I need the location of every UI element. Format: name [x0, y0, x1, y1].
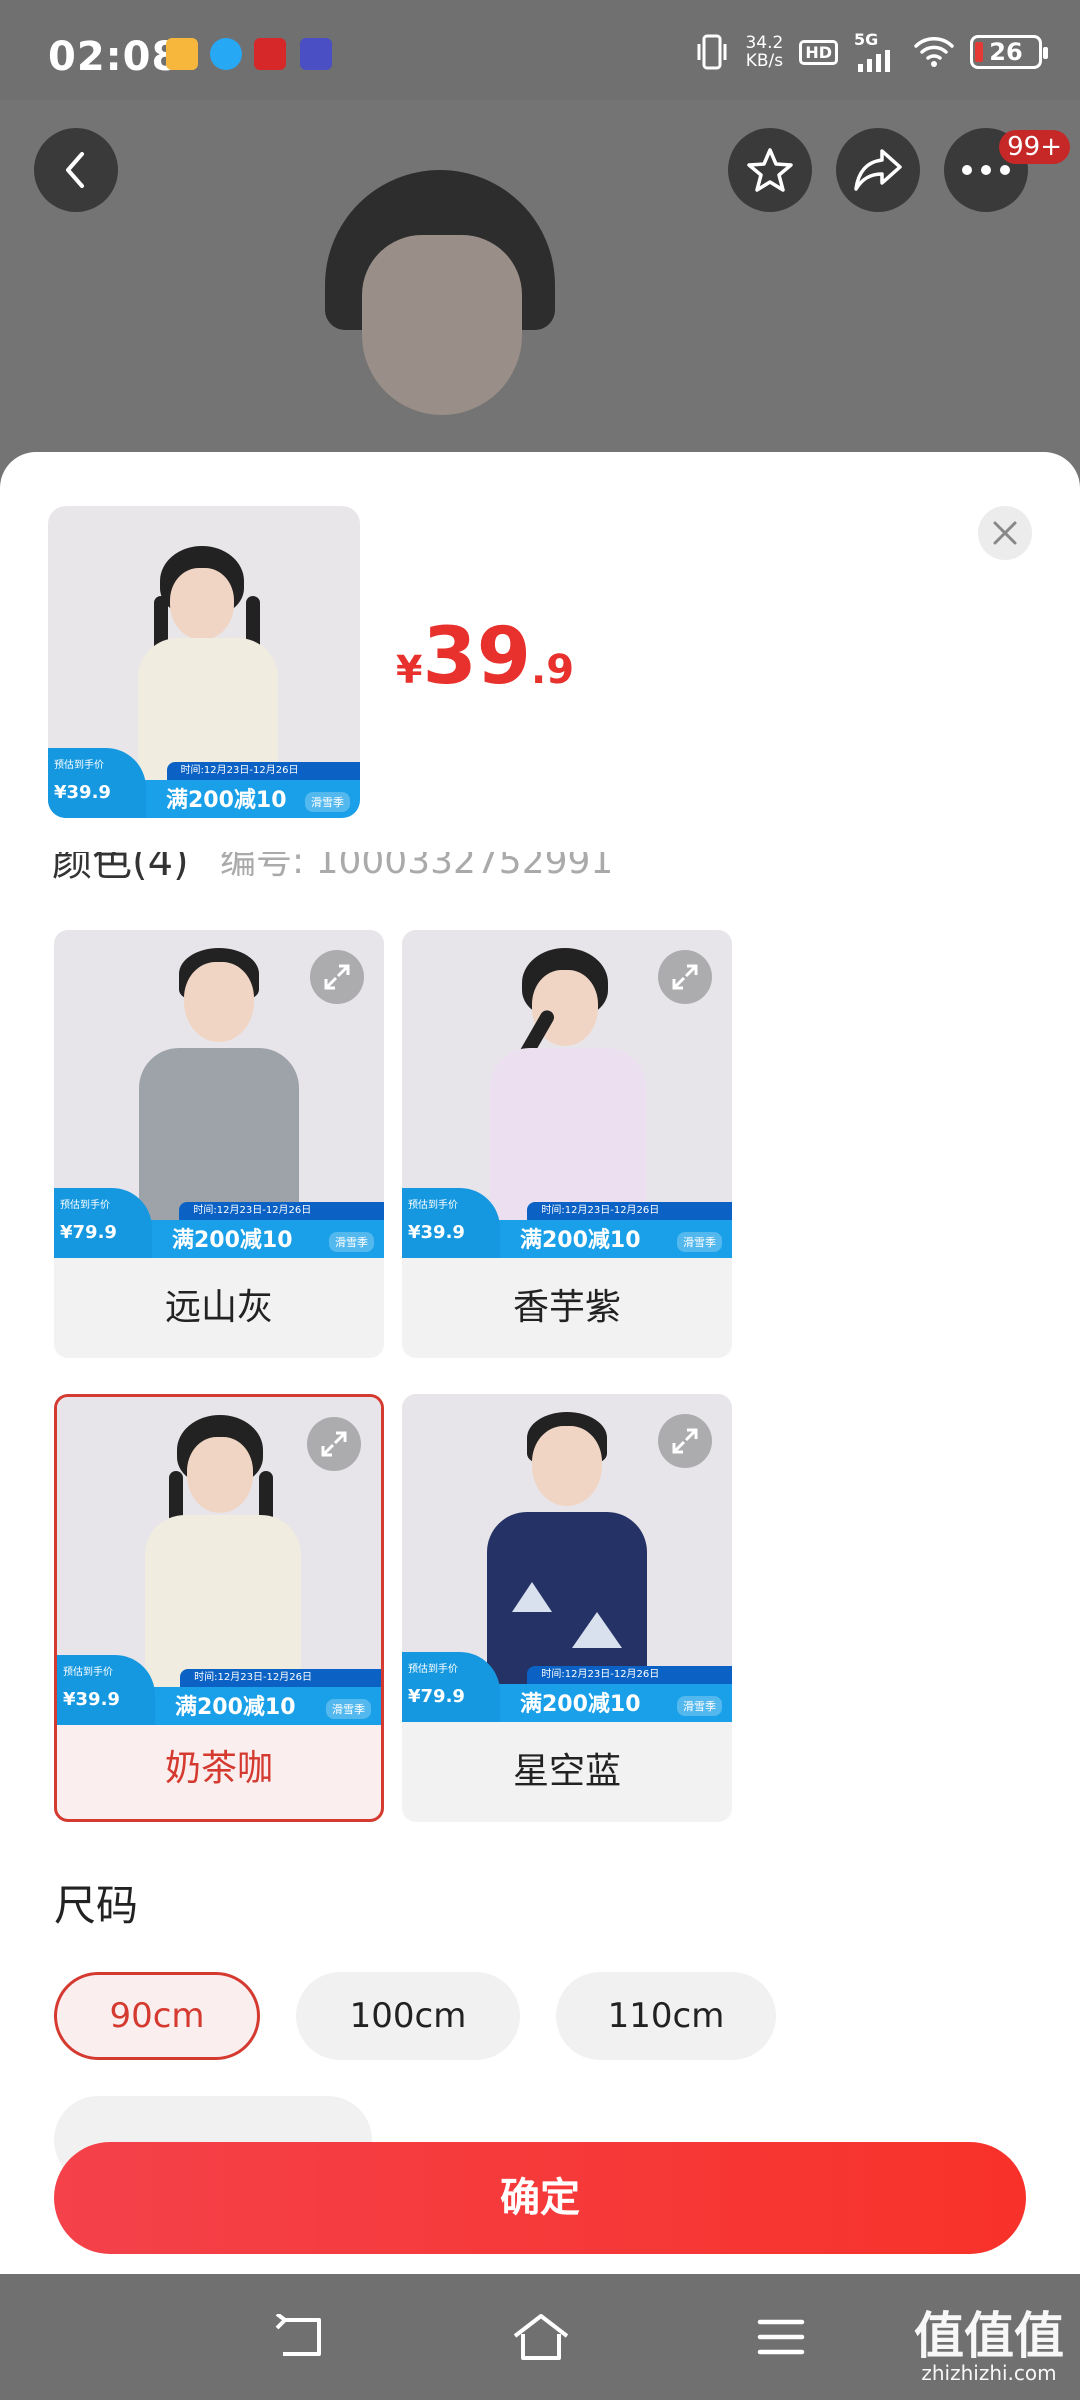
expand-image-button[interactable] [310, 950, 364, 1004]
status-right: 34.2 KB/s HD 5G 26 [695, 30, 1048, 74]
price: ¥39.9 [396, 612, 575, 702]
expand-icon [672, 1428, 698, 1454]
nav-back-icon [275, 2314, 321, 2356]
color-option-purple[interactable]: 时间:12月23日-12月26日 预估到手价 ¥39.9 满200减10 滑雪季 香… [402, 930, 732, 1358]
share-button[interactable] [836, 128, 920, 212]
nav-back-button[interactable] [266, 2304, 336, 2370]
size-option-100[interactable]: 100cm [296, 1972, 520, 2060]
favorite-button[interactable] [728, 128, 812, 212]
expand-icon [672, 964, 698, 990]
color-label: 奶茶咖 [164, 1748, 273, 1789]
close-icon [993, 521, 1017, 545]
star-icon [747, 148, 793, 192]
tieba-icon [300, 38, 332, 70]
color-label: 星空蓝 [512, 1751, 621, 1792]
more-dots-icon [962, 165, 1010, 175]
sku-number: 编号: 1000332752991 [220, 852, 614, 880]
expand-image-button[interactable] [658, 1414, 712, 1468]
expand-image-button[interactable] [658, 950, 712, 1004]
shopping-app-icon [254, 38, 286, 70]
size-option-110[interactable]: 110cm [556, 1972, 776, 2060]
home-icon [513, 2314, 569, 2360]
notification-badge: 99+ [999, 130, 1070, 164]
expand-image-button[interactable] [307, 1417, 361, 1471]
confirm-button[interactable]: 确定 [54, 2142, 1026, 2254]
watermark: 值值值 zhizhizhi.com [914, 2307, 1064, 2385]
back-arrow-icon [66, 152, 84, 188]
color-label: 香芋紫 [512, 1287, 621, 1328]
size-option-90[interactable]: 90cm [54, 1972, 260, 2060]
color-option-navy[interactable]: 时间:12月23日-12月26日 预估到手价 ¥79.9 满200减10 滑雪季 星… [402, 1394, 732, 1822]
sku-selector-sheet: 时间:12月23日-12月26日 预估到手价 ¥39.9 满200减10 滑雪季 … [0, 452, 1080, 2274]
expand-icon [321, 1431, 347, 1457]
hd-badge: HD [799, 39, 838, 65]
color-option-milk-tea[interactable]: 时间:12月23日-12月26日 预估到手价 ¥39.9 满200减10 滑雪季 奶… [54, 1394, 384, 1822]
size-section-title: 尺码 [54, 1881, 139, 1930]
share-icon [854, 149, 902, 191]
back-button[interactable] [34, 128, 118, 212]
color-section-title: 颜色(4) [52, 852, 189, 880]
nav-home-button[interactable] [506, 2304, 576, 2370]
signal-icon: 5G [854, 30, 898, 72]
net-speed: 34.2 KB/s [745, 33, 784, 71]
menu-icon [757, 2319, 805, 2355]
status-time: 02:08 [48, 34, 181, 80]
wifi-icon [914, 37, 954, 67]
expand-icon [324, 964, 350, 990]
status-bar: 02:08 34.2 KB/s HD 5G 26 [0, 0, 1080, 100]
color-label: 远山灰 [164, 1287, 273, 1328]
nav-menu-button[interactable] [746, 2304, 816, 2370]
notification-app-icon [166, 38, 198, 70]
selected-sku-thumbnail[interactable]: 时间:12月23日-12月26日 预估到手价 ¥39.9 满200减10 滑雪季 [48, 506, 360, 818]
vibrate-icon [697, 34, 727, 70]
promo-banner: 时间:12月23日-12月26日 预估到手价 ¥39.9 满200减10 滑雪季 [48, 748, 360, 818]
close-button[interactable] [978, 506, 1032, 560]
qq-icon [210, 38, 242, 70]
battery-icon: 26 [970, 35, 1048, 69]
color-option-gray[interactable]: 时间:12月23日-12月26日 预估到手价 ¥79.9 满200减10 滑雪季 远… [54, 930, 384, 1358]
